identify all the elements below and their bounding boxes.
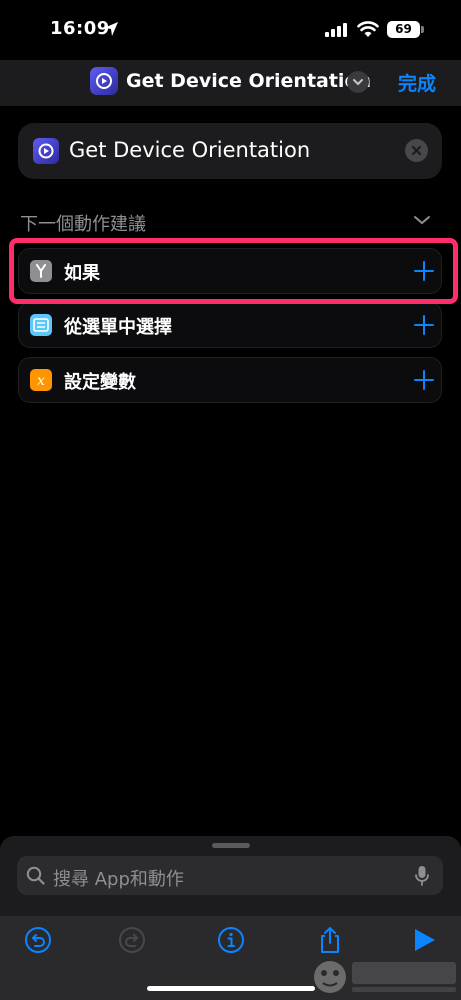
microphone-icon[interactable] [415, 865, 429, 887]
home-indicator [147, 986, 315, 991]
action-icon [33, 138, 59, 164]
sheet-grabber[interactable] [212, 843, 250, 848]
variable-x-icon: x [30, 369, 52, 391]
orientation-icon [38, 143, 54, 159]
battery-level: 69 [387, 21, 420, 38]
watermark-logo-icon [314, 961, 456, 993]
bottom-sheet: 搜尋 App和動作 [0, 836, 461, 1000]
svg-text:x: x [37, 373, 45, 389]
search-icon [26, 866, 45, 885]
suggestions-header: 下一個動作建議 [20, 214, 146, 235]
status-time: 16:09 [50, 18, 110, 39]
action-card[interactable]: Get Device Orientation [18, 123, 442, 179]
highlight-box [9, 238, 458, 304]
shortcut-app-icon [90, 67, 118, 95]
cellular-signal-icon [325, 23, 347, 37]
done-button[interactable]: 完成 [398, 69, 436, 96]
play-icon[interactable] [410, 926, 438, 954]
wifi-icon [357, 21, 379, 37]
add-icon[interactable] [414, 370, 434, 390]
action-title: Get Device Orientation [69, 138, 311, 162]
battery-cap [421, 26, 424, 33]
suggestion-label: 從選單中選擇 [64, 317, 172, 338]
info-icon[interactable] [217, 926, 245, 954]
add-icon[interactable] [414, 315, 434, 335]
menu-list-icon [30, 314, 52, 336]
suggestion-choose-from-menu[interactable]: 從選單中選擇 [18, 302, 442, 348]
redo-icon[interactable] [118, 926, 146, 954]
chevron-down-icon [353, 79, 363, 86]
suggestion-set-variable[interactable]: x 設定變數 [18, 357, 442, 403]
location-arrow-icon [104, 22, 118, 36]
title-menu-chevron[interactable] [347, 71, 369, 93]
undo-icon[interactable] [24, 926, 52, 954]
search-bar[interactable]: 搜尋 App和動作 [17, 856, 443, 895]
remove-action-button[interactable] [405, 139, 428, 162]
search-placeholder: 搜尋 App和動作 [53, 869, 184, 890]
close-icon [411, 145, 422, 156]
status-bar: 16:09 69 [0, 0, 461, 60]
orientation-icon [96, 73, 112, 89]
nav-title[interactable]: Get Device Orientation [126, 70, 371, 92]
share-icon[interactable] [316, 926, 344, 954]
suggestion-label: 設定變數 [64, 372, 136, 393]
collapse-chevron-icon[interactable] [413, 214, 431, 226]
nav-bar: Get Device Orientation 完成 [0, 60, 461, 106]
